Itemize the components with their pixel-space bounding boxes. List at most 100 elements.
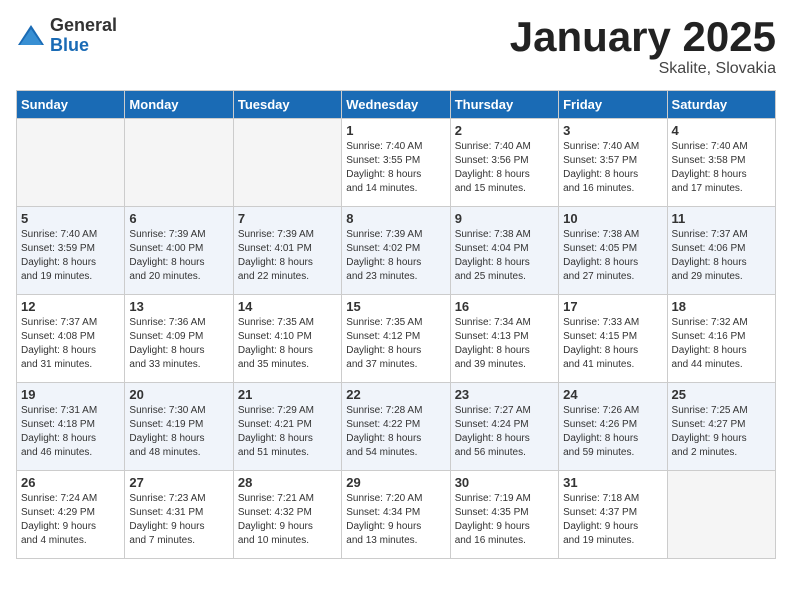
- day-info: Sunrise: 7:30 AM Sunset: 4:19 PM Dayligh…: [129, 404, 228, 460]
- calendar-cell: 1 Sunrise: 7:40 AM Sunset: 3:55 PM Daylig…: [342, 119, 450, 207]
- calendar-cell: 30 Sunrise: 7:19 AM Sunset: 4:35 PM Dayli…: [450, 471, 558, 559]
- calendar-cell: 7Sunrise: 7:39 AM Sunset: 4:01 PM Daylig…: [233, 207, 341, 295]
- day-info: Sunrise: 7:36 AM Sunset: 4:09 PM Dayligh…: [129, 316, 228, 372]
- calendar-cell: 2Sunrise: 7:40 AM Sunset: 3:56 PM Daylig…: [450, 119, 558, 207]
- calendar-cell: 5 Sunrise: 7:40 AM Sunset: 3:59 PM Daylig…: [17, 207, 125, 295]
- calendar-cell: 17 Sunrise: 7:33 AM Sunset: 4:15 PM Dayli…: [559, 295, 667, 383]
- day-info: Sunrise: 7:40 AM Sunset: 3:59 PM Dayligh…: [21, 228, 120, 284]
- column-header-sunday: Sunday: [17, 91, 125, 119]
- calendar-cell: 9 Sunrise: 7:38 AM Sunset: 4:04 PM Daylig…: [450, 207, 558, 295]
- day-info: Sunrise: 7:24 AM Sunset: 4:29 PM Dayligh…: [21, 492, 120, 548]
- day-info: Sunrise: 7:29 AM Sunset: 4:21 PM Dayligh…: [238, 404, 337, 460]
- day-number: 27: [129, 475, 228, 490]
- day-info: Sunrise: 7:21 AM Sunset: 4:32 PM Dayligh…: [238, 492, 337, 548]
- day-number: 6: [129, 211, 228, 226]
- day-number: 3: [563, 123, 662, 138]
- day-info: Sunrise: 7:40 AM Sunset: 3:57 PM Dayligh…: [563, 140, 662, 196]
- day-info: Sunrise: 7:26 AM Sunset: 4:26 PM Dayligh…: [563, 404, 662, 460]
- day-number: 12: [21, 299, 120, 314]
- day-info: Sunrise: 7:32 AM Sunset: 4:16 PM Dayligh…: [672, 316, 771, 372]
- logo-icon: [16, 21, 46, 51]
- column-header-wednesday: Wednesday: [342, 91, 450, 119]
- column-header-friday: Friday: [559, 91, 667, 119]
- calendar-cell: 6 Sunrise: 7:39 AM Sunset: 4:00 PM Daylig…: [125, 207, 233, 295]
- day-number: 29: [346, 475, 445, 490]
- calendar-header-row: SundayMondayTuesdayWednesdayThursdayFrid…: [17, 91, 776, 119]
- day-info: Sunrise: 7:20 AM Sunset: 4:34 PM Dayligh…: [346, 492, 445, 548]
- day-info: Sunrise: 7:40 AM Sunset: 3:58 PM Dayligh…: [672, 140, 771, 196]
- calendar-week-row: 12 Sunrise: 7:37 AM Sunset: 4:08 PM Dayli…: [17, 295, 776, 383]
- day-info: Sunrise: 7:39 AM Sunset: 4:00 PM Dayligh…: [129, 228, 228, 284]
- day-number: 30: [455, 475, 554, 490]
- day-number: 10: [563, 211, 662, 226]
- day-info: Sunrise: 7:31 AM Sunset: 4:18 PM Dayligh…: [21, 404, 120, 460]
- calendar-week-row: 5 Sunrise: 7:40 AM Sunset: 3:59 PM Daylig…: [17, 207, 776, 295]
- location-subtitle: Skalite, Slovakia: [510, 60, 776, 78]
- title-block: January 2025 Skalite, Slovakia: [510, 16, 776, 78]
- day-number: 13: [129, 299, 228, 314]
- day-number: 15: [346, 299, 445, 314]
- day-info: Sunrise: 7:37 AM Sunset: 4:06 PM Dayligh…: [672, 228, 771, 284]
- calendar-cell: 31Sunrise: 7:18 AM Sunset: 4:37 PM Dayli…: [559, 471, 667, 559]
- day-number: 28: [238, 475, 337, 490]
- day-number: 21: [238, 387, 337, 402]
- day-info: Sunrise: 7:34 AM Sunset: 4:13 PM Dayligh…: [455, 316, 554, 372]
- day-number: 16: [455, 299, 554, 314]
- calendar-cell: [125, 119, 233, 207]
- calendar-cell: 23Sunrise: 7:27 AM Sunset: 4:24 PM Dayli…: [450, 383, 558, 471]
- day-info: Sunrise: 7:19 AM Sunset: 4:35 PM Dayligh…: [455, 492, 554, 548]
- calendar-cell: 15 Sunrise: 7:35 AM Sunset: 4:12 PM Dayli…: [342, 295, 450, 383]
- calendar-cell: 28 Sunrise: 7:21 AM Sunset: 4:32 PM Dayli…: [233, 471, 341, 559]
- day-info: Sunrise: 7:25 AM Sunset: 4:27 PM Dayligh…: [672, 404, 771, 460]
- calendar-cell: 10 Sunrise: 7:38 AM Sunset: 4:05 PM Dayli…: [559, 207, 667, 295]
- calendar-cell: 3 Sunrise: 7:40 AM Sunset: 3:57 PM Daylig…: [559, 119, 667, 207]
- day-number: 7: [238, 211, 337, 226]
- calendar-cell: 25 Sunrise: 7:25 AM Sunset: 4:27 PM Dayli…: [667, 383, 775, 471]
- calendar-cell: 24 Sunrise: 7:26 AM Sunset: 4:26 PM Dayli…: [559, 383, 667, 471]
- calendar-cell: 16 Sunrise: 7:34 AM Sunset: 4:13 PM Dayli…: [450, 295, 558, 383]
- calendar-cell: 8 Sunrise: 7:39 AM Sunset: 4:02 PM Daylig…: [342, 207, 450, 295]
- calendar-cell: [233, 119, 341, 207]
- calendar-cell: 18Sunrise: 7:32 AM Sunset: 4:16 PM Dayli…: [667, 295, 775, 383]
- calendar-cell: 29 Sunrise: 7:20 AM Sunset: 4:34 PM Dayli…: [342, 471, 450, 559]
- day-info: Sunrise: 7:35 AM Sunset: 4:10 PM Dayligh…: [238, 316, 337, 372]
- calendar-cell: 13 Sunrise: 7:36 AM Sunset: 4:09 PM Dayli…: [125, 295, 233, 383]
- calendar-cell: 21 Sunrise: 7:29 AM Sunset: 4:21 PM Dayli…: [233, 383, 341, 471]
- column-header-monday: Monday: [125, 91, 233, 119]
- day-info: Sunrise: 7:40 AM Sunset: 3:55 PM Dayligh…: [346, 140, 445, 196]
- day-number: 8: [346, 211, 445, 226]
- column-header-saturday: Saturday: [667, 91, 775, 119]
- day-number: 20: [129, 387, 228, 402]
- day-info: Sunrise: 7:28 AM Sunset: 4:22 PM Dayligh…: [346, 404, 445, 460]
- page-header: General Blue January 2025 Skalite, Slova…: [16, 16, 776, 78]
- calendar-cell: 22Sunrise: 7:28 AM Sunset: 4:22 PM Dayli…: [342, 383, 450, 471]
- day-number: 14: [238, 299, 337, 314]
- day-info: Sunrise: 7:37 AM Sunset: 4:08 PM Dayligh…: [21, 316, 120, 372]
- calendar-cell: 27Sunrise: 7:23 AM Sunset: 4:31 PM Dayli…: [125, 471, 233, 559]
- calendar-table: SundayMondayTuesdayWednesdayThursdayFrid…: [16, 90, 776, 559]
- day-info: Sunrise: 7:38 AM Sunset: 4:04 PM Dayligh…: [455, 228, 554, 284]
- day-number: 24: [563, 387, 662, 402]
- calendar-cell: [667, 471, 775, 559]
- day-number: 5: [21, 211, 120, 226]
- day-number: 1: [346, 123, 445, 138]
- calendar-cell: 26Sunrise: 7:24 AM Sunset: 4:29 PM Dayli…: [17, 471, 125, 559]
- day-info: Sunrise: 7:39 AM Sunset: 4:02 PM Dayligh…: [346, 228, 445, 284]
- calendar-cell: [17, 119, 125, 207]
- calendar-week-row: 19Sunrise: 7:31 AM Sunset: 4:18 PM Dayli…: [17, 383, 776, 471]
- column-header-tuesday: Tuesday: [233, 91, 341, 119]
- day-number: 9: [455, 211, 554, 226]
- day-number: 23: [455, 387, 554, 402]
- month-year-title: January 2025: [510, 16, 776, 58]
- day-number: 2: [455, 123, 554, 138]
- logo-general-text: General: [50, 16, 117, 36]
- day-info: Sunrise: 7:38 AM Sunset: 4:05 PM Dayligh…: [563, 228, 662, 284]
- day-number: 17: [563, 299, 662, 314]
- calendar-cell: 20 Sunrise: 7:30 AM Sunset: 4:19 PM Dayli…: [125, 383, 233, 471]
- day-number: 25: [672, 387, 771, 402]
- day-info: Sunrise: 7:35 AM Sunset: 4:12 PM Dayligh…: [346, 316, 445, 372]
- day-info: Sunrise: 7:33 AM Sunset: 4:15 PM Dayligh…: [563, 316, 662, 372]
- day-number: 31: [563, 475, 662, 490]
- logo: General Blue: [16, 16, 117, 56]
- calendar-cell: 14 Sunrise: 7:35 AM Sunset: 4:10 PM Dayli…: [233, 295, 341, 383]
